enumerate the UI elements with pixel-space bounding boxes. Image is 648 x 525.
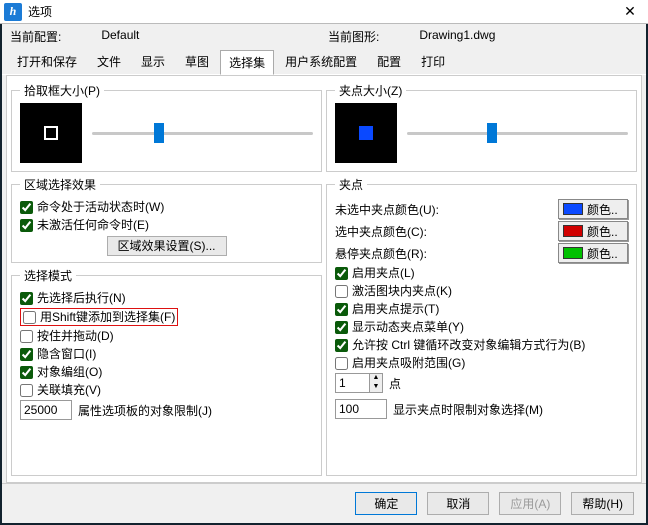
grip-limit-input[interactable] bbox=[335, 399, 387, 419]
hover-color-button[interactable]: 颜色.. bbox=[558, 243, 628, 263]
sel-color-label: 选中夹点颜色(C): bbox=[335, 223, 552, 240]
ok-button[interactable]: 确定 bbox=[355, 492, 417, 515]
tab-user-sys[interactable]: 用户系统配置 bbox=[276, 49, 366, 74]
pickbox-preview bbox=[20, 103, 82, 163]
tab-print[interactable]: 打印 bbox=[412, 49, 454, 74]
chk-no-cmd[interactable] bbox=[20, 219, 33, 232]
unsel-color-button[interactable]: 颜色.. bbox=[558, 199, 628, 219]
chk-ctrl-cycle-label: 允许按 Ctrl 键循环改变对象编辑方式行为(B) bbox=[352, 337, 585, 353]
snap-range-input[interactable] bbox=[335, 373, 369, 393]
color-btn-text2: 颜色.. bbox=[587, 223, 618, 240]
limit-input[interactable] bbox=[20, 400, 72, 420]
pickbox-legend: 拾取框大小(P) bbox=[20, 82, 104, 99]
tab-selection[interactable]: 选择集 bbox=[220, 50, 274, 75]
tab-open-save[interactable]: 打开和保存 bbox=[8, 49, 86, 74]
chk-active-cmd-label: 命令处于活动状态时(W) bbox=[37, 199, 164, 215]
tab-display[interactable]: 显示 bbox=[132, 49, 174, 74]
chk-assoc-fill[interactable] bbox=[20, 384, 33, 397]
chk-assoc-fill-label: 关联填充(V) bbox=[37, 382, 101, 398]
close-button[interactable]: ✕ bbox=[612, 3, 648, 20]
grip-limit-label: 显示夹点时限制对象选择(M) bbox=[393, 401, 543, 418]
chk-grip-snap[interactable] bbox=[335, 357, 348, 370]
help-button[interactable]: 帮助(H) bbox=[571, 492, 634, 515]
chk-no-cmd-label: 未激活任何命令时(E) bbox=[37, 217, 149, 233]
tab-file[interactable]: 文件 bbox=[88, 49, 130, 74]
sel-color-button[interactable]: 颜色.. bbox=[558, 221, 628, 241]
chk-press-drag[interactable] bbox=[20, 330, 33, 343]
snap-range-spinner[interactable]: ▲▼ bbox=[335, 373, 383, 393]
chk-enable-grips-label: 启用夹点(L) bbox=[352, 265, 415, 281]
pickbox-slider[interactable] bbox=[92, 123, 313, 143]
grip-section-legend: 夹点 bbox=[335, 176, 367, 193]
chk-implied-win[interactable] bbox=[20, 348, 33, 361]
tab-draft[interactable]: 草图 bbox=[176, 49, 218, 74]
chk-select-first[interactable] bbox=[20, 292, 33, 305]
chk-press-drag-label: 按住并拖动(D) bbox=[37, 328, 114, 344]
current-drawing-label: 当前图形: bbox=[328, 28, 379, 45]
tab-config[interactable]: 配置 bbox=[368, 49, 410, 74]
current-drawing-value: Drawing1.dwg bbox=[419, 28, 495, 45]
cancel-button[interactable]: 取消 bbox=[427, 492, 489, 515]
gripsize-legend: 夹点大小(Z) bbox=[335, 82, 406, 99]
spin-down[interactable]: ▼ bbox=[370, 383, 382, 392]
select-mode-legend: 选择模式 bbox=[20, 267, 76, 284]
hover-swatch bbox=[563, 247, 583, 259]
spin-up[interactable]: ▲ bbox=[370, 374, 382, 383]
chk-obj-group-label: 对象编组(O) bbox=[37, 364, 102, 380]
chk-obj-group[interactable] bbox=[20, 366, 33, 379]
limit-label: 属性选项板的对象限制(J) bbox=[78, 402, 212, 419]
chk-implied-win-label: 隐含窗口(I) bbox=[37, 346, 96, 362]
unsel-color-label: 未选中夹点颜色(U): bbox=[335, 201, 552, 218]
chk-select-first-label: 先选择后执行(N) bbox=[37, 290, 126, 306]
snap-range-unit: 点 bbox=[389, 375, 401, 392]
sel-swatch bbox=[563, 225, 583, 237]
chk-enable-grips[interactable] bbox=[335, 267, 348, 280]
region-settings-button[interactable]: 区域效果设置(S)... bbox=[107, 236, 227, 256]
chk-block-grips[interactable] bbox=[335, 285, 348, 298]
chk-dyn-menu-label: 显示动态夹点菜单(Y) bbox=[352, 319, 464, 335]
gripsize-preview bbox=[335, 103, 397, 163]
window-title: 选项 bbox=[28, 3, 52, 20]
unsel-swatch bbox=[563, 203, 583, 215]
chk-ctrl-cycle[interactable] bbox=[335, 339, 348, 352]
current-config-value: Default bbox=[101, 28, 139, 45]
gripsize-slider[interactable] bbox=[407, 123, 628, 143]
region-effect-legend: 区域选择效果 bbox=[20, 176, 100, 193]
chk-shift-add-label: 用Shift键添加到选择集(F) bbox=[40, 309, 175, 325]
app-icon: h bbox=[4, 3, 22, 21]
chk-grip-tips-label: 启用夹点提示(T) bbox=[352, 301, 439, 317]
chk-grip-tips[interactable] bbox=[335, 303, 348, 316]
chk-dyn-menu[interactable] bbox=[335, 321, 348, 334]
color-btn-text3: 颜色.. bbox=[587, 245, 618, 262]
hover-color-label: 悬停夹点颜色(R): bbox=[335, 245, 552, 262]
color-btn-text1: 颜色.. bbox=[587, 201, 618, 218]
chk-shift-add[interactable] bbox=[23, 311, 36, 324]
chk-active-cmd[interactable] bbox=[20, 201, 33, 214]
current-config-label: 当前配置: bbox=[10, 28, 61, 45]
chk-grip-snap-label: 启用夹点吸附范围(G) bbox=[352, 355, 465, 371]
chk-block-grips-label: 激活图块内夹点(K) bbox=[352, 283, 452, 299]
apply-button[interactable]: 应用(A) bbox=[499, 492, 561, 515]
